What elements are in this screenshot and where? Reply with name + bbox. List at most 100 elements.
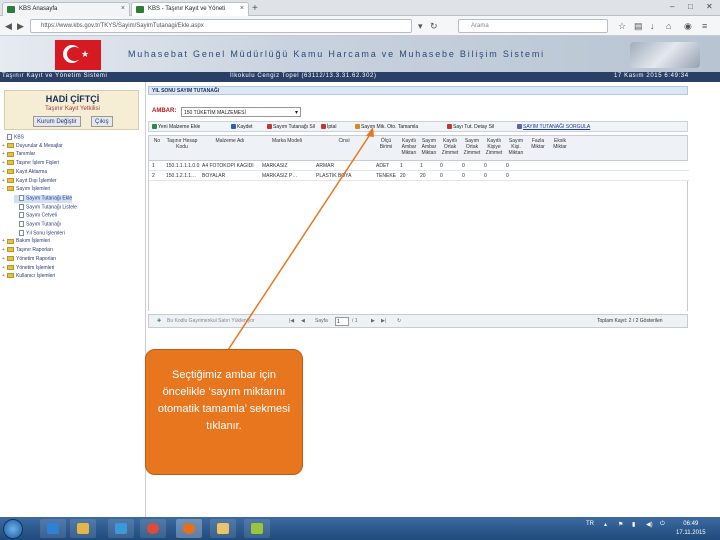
maximize-icon[interactable]: □ — [688, 2, 693, 11]
download-icon[interactable]: ↓ — [650, 21, 655, 31]
tree-item[interactable]: + Kayıt Dışı İşlemler — [2, 178, 57, 186]
tree-item[interactable]: + Yönetim Raporları — [2, 256, 56, 264]
refresh-icon[interactable]: ↻ — [397, 318, 401, 324]
speaker-icon[interactable]: ◀) — [646, 521, 653, 528]
column-header[interactable]: No — [151, 138, 163, 144]
tree-item[interactable]: + Tanımlar — [2, 151, 35, 159]
close-window-icon[interactable]: ✕ — [706, 2, 713, 11]
toolbar-button-label: Sayı Tut. Detay Sil — [453, 124, 495, 130]
page-label: Sayfa — [315, 318, 328, 324]
menu-icon[interactable]: ≡ — [702, 21, 707, 31]
column-header[interactable]: Kayıtlı Ortak Zimmet — [439, 138, 461, 156]
system-clock[interactable]: 06:49 17.11.2015 — [676, 520, 706, 538]
toolbar-button-label: Sayım Mik. Oto. Tamamla — [361, 124, 419, 130]
folder-icon — [7, 238, 14, 244]
close-tab-icon[interactable]: × — [121, 5, 125, 12]
change-unit-button[interactable]: Kurum Değiştir — [33, 116, 81, 127]
tree-item[interactable]: + Kayıt Aktarma — [2, 169, 47, 177]
column-header[interactable]: Sayım Ambar Miktarı — [419, 138, 439, 156]
tree-item-label: Yıl Sonu İşlemleri — [26, 230, 65, 237]
folder-icon — [7, 247, 14, 253]
home-icon[interactable]: ⌂ — [666, 21, 671, 31]
column-header[interactable]: Sayım Kişi. Miktarı — [505, 138, 527, 156]
tree-item[interactable]: - Sayım İşlemleri — [2, 186, 50, 194]
language-indicator[interactable]: TR — [586, 521, 594, 527]
taskbar-firefox-icon[interactable] — [176, 519, 202, 538]
toolbar-button[interactable]: İptal — [321, 124, 336, 132]
show-hidden-icons-icon[interactable]: ▴ — [604, 521, 607, 528]
tree-item[interactable]: + Taşınır Raporları — [2, 247, 53, 255]
unit-name: İlkokulu Cengiz Topel (63112/13.3.31.62.… — [230, 73, 377, 79]
column-header[interactable]: Fazla Miktar — [527, 138, 549, 150]
toolbar-button[interactable]: Kaydet — [231, 124, 253, 132]
column-header[interactable]: Taşınır Hesap Kodu — [165, 138, 199, 150]
page-number-input[interactable]: 1 — [335, 317, 349, 326]
column-header[interactable]: Marka Modeli — [261, 138, 313, 144]
tree-item[interactable]: Sayım Tutanağı — [14, 221, 61, 229]
dropdown-icon[interactable]: ▾ — [418, 21, 423, 32]
taskbar-folder-icon[interactable] — [210, 519, 236, 538]
toolbar-button-icon — [517, 124, 522, 130]
tree-item[interactable]: Yıl Sonu İşlemleri — [14, 229, 65, 238]
windows-taskbar: TR ▴ ⚑ ▮ ◀) ⏻ 06:49 17.11.2015 — [0, 517, 720, 540]
taskbar-chrome-icon[interactable] — [140, 519, 166, 538]
table-row[interactable]: 1 150.1.1.1.1.0.0.3…A4 FOTOKOPİ KAĞIDI MAR… — [149, 161, 689, 171]
star-icon[interactable]: ☆ — [618, 21, 626, 32]
search-input[interactable]: Arama — [458, 19, 608, 33]
tree-item[interactable]: Sayım Cetveli — [14, 212, 57, 220]
address-bar[interactable]: https://www.kbs.gov.tr/TKYS/Sayim/SayimT… — [30, 19, 412, 33]
column-header[interactable]: Cinsi — [315, 138, 373, 144]
prev-page-icon[interactable]: ◀ — [301, 318, 305, 324]
column-header[interactable]: Eksik Miktar — [549, 138, 571, 150]
start-button[interactable] — [3, 519, 23, 539]
column-header[interactable]: Ölçü Birimi — [375, 138, 397, 150]
tree-item[interactable]: + Yönetim İşlemleri — [2, 265, 54, 273]
column-header[interactable]: Kayıtlı Ambar Miktarı — [399, 138, 419, 156]
logout-button[interactable]: Çıkış — [91, 116, 113, 127]
forward-icon[interactable]: ▶ — [17, 21, 24, 32]
toolbar-button[interactable]: Yeni Malzeme Ekle — [152, 124, 200, 132]
tree-item[interactable]: Sayım Tutanağı Listele — [14, 203, 77, 212]
toolbar-button[interactable]: Sayı Tut. Detay Sil — [447, 124, 494, 132]
taskbar-paint-icon[interactable] — [244, 519, 270, 538]
library-icon[interactable]: ▤ — [634, 21, 643, 32]
network-icon[interactable]: ▮ — [632, 521, 635, 528]
tree-item[interactable]: KBS — [2, 134, 24, 142]
user-name: HADİ ÇİFTÇİ — [45, 94, 100, 104]
close-tab-icon[interactable]: × — [240, 5, 244, 12]
toolbar-button[interactable]: Sayım Mik. Oto. Tamamla — [355, 124, 418, 132]
pocket-icon[interactable]: ◉ — [684, 21, 692, 32]
taskbar-ie-icon[interactable] — [40, 519, 66, 538]
minimize-icon[interactable]: – — [670, 2, 674, 11]
taskbar-media-icon[interactable] — [108, 519, 134, 538]
last-page-icon[interactable]: ▶| — [381, 318, 386, 324]
tree-item[interactable]: + Duyurular & Mesajlar — [2, 143, 63, 151]
tree-item[interactable]: + Bakım İşlemleri — [2, 238, 50, 246]
power-icon[interactable]: ⏻ — [660, 521, 665, 528]
table-cell: 0 — [462, 173, 465, 179]
column-header[interactable]: Sayım Ortak Zimmet — [461, 138, 483, 156]
column-header[interactable]: Kayıtlı Kişiye Zimmet — [483, 138, 505, 156]
reload-icon[interactable]: ↻ — [430, 21, 438, 32]
add-row-icon[interactable]: ✚ — [157, 318, 161, 324]
ambar-select[interactable]: 150 TÜKETİM MALZEMESİ ▾ — [181, 107, 301, 117]
tree-item[interactable]: + Taşınır İşlem Fişleri — [2, 160, 59, 168]
back-icon[interactable]: ◀ — [5, 21, 12, 32]
toolbar-button[interactable]: Sayım Tutanağı Sil — [267, 124, 315, 132]
next-page-icon[interactable]: ▶ — [371, 318, 375, 324]
new-tab-icon[interactable]: + — [252, 3, 258, 14]
tree-item-label: KBS — [14, 134, 25, 141]
table-row[interactable]: 2 150.1.2.1.1… BOYALAR MARKASIZ P… PLASTİK B… — [149, 171, 689, 181]
browser-tab-tkys[interactable]: KBS - Taşınır Kayıt ve Yöneti × — [131, 2, 249, 16]
column-header[interactable]: Malzeme Adı — [201, 138, 259, 144]
first-page-icon[interactable]: |◀ — [289, 318, 294, 324]
flag-icon[interactable]: ⚑ — [618, 521, 623, 528]
table-cell: 0 — [506, 163, 509, 169]
folder-icon — [7, 160, 14, 166]
browser-tab-kbs-home[interactable]: KBS Anasayfa × — [2, 2, 130, 16]
toolbar-button[interactable]: SAYIM TUTANAĞI SORGULA — [517, 124, 590, 132]
tree-item[interactable]: Sayım Tutanağı Ekle — [14, 194, 73, 203]
folder-icon — [7, 264, 14, 270]
taskbar-explorer-icon[interactable] — [70, 519, 96, 538]
tree-item[interactable]: + Kullanıcı İşlemleri — [2, 273, 55, 281]
